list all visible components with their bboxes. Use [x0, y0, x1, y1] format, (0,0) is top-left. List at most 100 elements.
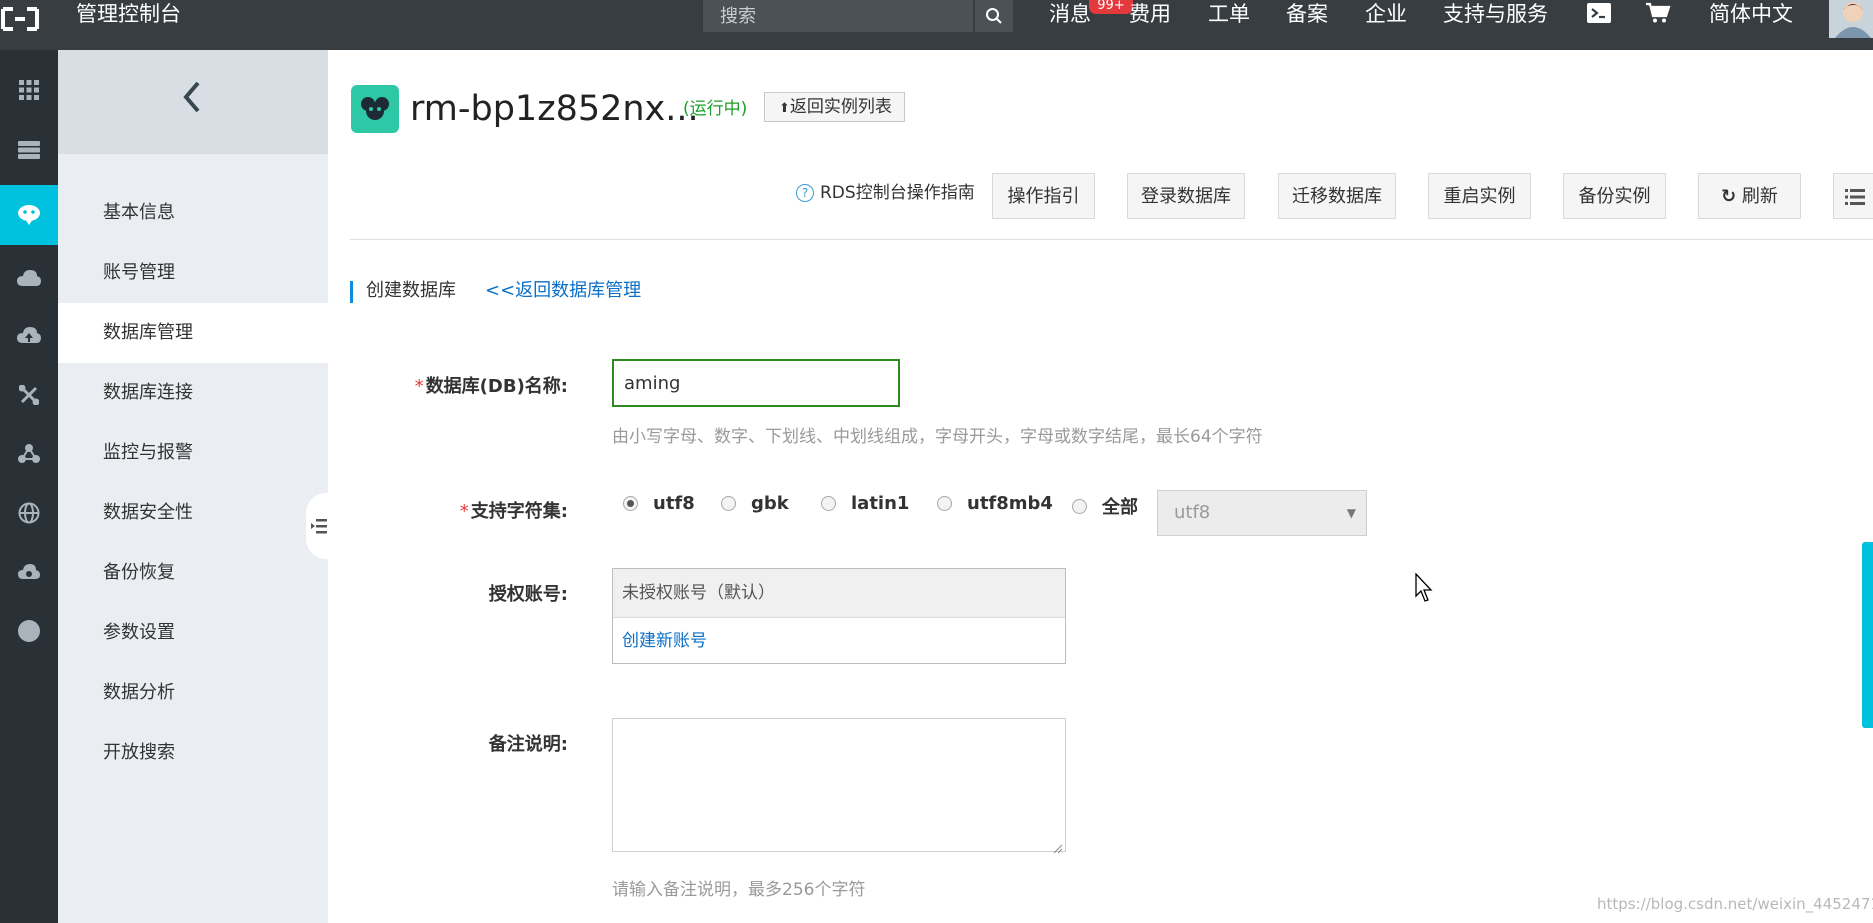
- charset-radio-gbk[interactable]: gbk: [721, 493, 789, 514]
- instance-sidebar: 基本信息 账号管理 数据库管理 数据库连接 监控与报警 数据安全性 备份恢复 参…: [58, 50, 328, 923]
- console-title[interactable]: 管理控制台: [76, 0, 181, 28]
- remark-hint: 请输入备注说明，最多256个字符: [612, 880, 866, 900]
- sidebar-item-backup[interactable]: 备份恢复: [58, 543, 328, 603]
- aliyun-logo-icon[interactable]: [0, 6, 40, 32]
- refresh-icon: ↻: [1721, 186, 1737, 207]
- dropdown-arrow-icon: ▼: [1346, 506, 1356, 520]
- charset-radio-utf8[interactable]: utf8: [623, 493, 695, 514]
- create-account-link[interactable]: 创建新账号: [613, 618, 1065, 664]
- search-input[interactable]: [703, 0, 963, 32]
- db-name-input[interactable]: [612, 359, 900, 407]
- sidebar-item-basic-info[interactable]: 基本信息: [58, 183, 328, 243]
- cloud-icon[interactable]: [0, 248, 58, 308]
- account-list: 未授权账号（默认） 创建新账号: [612, 568, 1066, 664]
- nav-tickets[interactable]: 工单: [1208, 0, 1250, 28]
- remark-label: 备注说明:: [488, 734, 568, 755]
- charset-label: * 支持字符集:: [328, 497, 568, 523]
- nav-support[interactable]: 支持与服务: [1443, 0, 1548, 28]
- chevron-left-icon[interactable]: [182, 80, 202, 118]
- nav-enterprise[interactable]: 企业: [1365, 0, 1407, 28]
- charset-select-value: utf8: [1174, 502, 1211, 523]
- section-title: 创建数据库: [366, 280, 456, 301]
- charset-radio-all[interactable]: 全部: [1072, 493, 1138, 519]
- search-icon: [986, 8, 1002, 24]
- sidebar-item-parameters[interactable]: 参数设置: [58, 603, 328, 663]
- rds-icon[interactable]: [0, 185, 58, 245]
- list-menu-button[interactable]: [1833, 173, 1873, 219]
- account-default-option[interactable]: 未授权账号（默认）: [613, 569, 1065, 618]
- search-button[interactable]: [975, 0, 1013, 32]
- return-instance-list-button[interactable]: ⬆返回实例列表: [764, 92, 905, 122]
- list-icon: [1845, 189, 1865, 205]
- sidebar-item-open-search[interactable]: 开放搜索: [58, 723, 328, 783]
- login-db-button[interactable]: 登录数据库: [1127, 173, 1245, 219]
- rds-instance-icon: [351, 85, 399, 133]
- account-label: 授权账号:: [488, 584, 568, 605]
- migrate-db-button[interactable]: 迁移数据库: [1278, 173, 1396, 219]
- radio-unchecked-icon: [937, 496, 952, 511]
- cart-icon[interactable]: [1645, 2, 1671, 31]
- sidebar-item-analysis[interactable]: 数据分析: [58, 663, 328, 723]
- required-mark: *: [414, 376, 424, 397]
- nav-icp[interactable]: 备案: [1286, 0, 1328, 28]
- mouse-cursor-icon: [1415, 572, 1435, 607]
- charset-option-label: 全部: [1102, 497, 1138, 518]
- backup-instance-button[interactable]: 备份实例: [1563, 173, 1666, 219]
- sidebar-item-connections[interactable]: 数据库连接: [58, 363, 328, 423]
- refresh-button[interactable]: ↻ 刷新: [1698, 173, 1801, 219]
- sidebar-item-databases[interactable]: 数据库管理: [58, 303, 328, 363]
- guide-button[interactable]: 操作指引: [992, 173, 1095, 219]
- instance-name: rm-bp1z852nx...: [410, 89, 699, 129]
- radio-unchecked-icon: [1072, 498, 1087, 514]
- watermark: https://blog.csdn.net/weixin_44524718: [1597, 895, 1873, 913]
- charset-select[interactable]: utf8 ▼: [1157, 490, 1367, 536]
- remark-textarea[interactable]: [612, 718, 1066, 852]
- nav-language[interactable]: 简体中文: [1709, 0, 1793, 28]
- section-marker: [350, 281, 353, 303]
- charset-option-label: latin1: [851, 493, 910, 514]
- charset-radio-utf8mb4[interactable]: utf8mb4: [937, 493, 1053, 514]
- feedback-float-tab[interactable]: [1862, 542, 1873, 728]
- top-bar: 管理控制台 消息 99+ 费用 工单 备案 企业 支持与服务 简体中文: [0, 0, 1873, 50]
- charset-option-label: gbk: [751, 493, 789, 514]
- circle-icon[interactable]: [0, 601, 58, 661]
- sidebar-item-monitoring[interactable]: 监控与报警: [58, 423, 328, 483]
- server-icon[interactable]: [0, 120, 58, 180]
- radio-unchecked-icon: [821, 496, 836, 511]
- apps-grid-icon[interactable]: [0, 60, 58, 120]
- nav-billing[interactable]: 费用: [1129, 0, 1171, 28]
- charset-radio-latin1[interactable]: latin1: [821, 493, 909, 514]
- charset-label-text: 支持字符集:: [470, 501, 568, 522]
- radio-checked-icon: [623, 496, 638, 511]
- messages-badge: 99+: [1089, 0, 1133, 14]
- return-up-icon: ⬆: [779, 101, 790, 116]
- search-box: [703, 0, 973, 32]
- main-content: rm-bp1z852nx... (运行中) ⬆返回实例列表 ? RDS控制台操作指…: [328, 50, 1873, 923]
- restart-instance-button[interactable]: 重启实例: [1428, 173, 1531, 219]
- required-mark: *: [459, 501, 469, 522]
- return-label: 返回实例列表: [789, 97, 892, 117]
- db-name-label-text: 数据库(DB)名称:: [425, 376, 568, 397]
- user-avatar[interactable]: [1829, 0, 1873, 38]
- sidebar-item-security[interactable]: 数据安全性: [58, 483, 328, 543]
- network-icon[interactable]: [0, 424, 58, 484]
- db-name-label: * 数据库(DB)名称:: [328, 372, 568, 398]
- back-to-db-management-link[interactable]: <<返回数据库管理: [485, 278, 641, 304]
- product-rail: [0, 50, 58, 923]
- help-icon: ?: [796, 184, 814, 202]
- charset-option-label: utf8: [653, 493, 695, 514]
- cloud-upload-icon[interactable]: [0, 306, 58, 366]
- header-divider: [350, 239, 1873, 240]
- refresh-label: 刷新: [1741, 186, 1778, 207]
- resize-grip-icon[interactable]: [1053, 839, 1063, 858]
- terminal-icon[interactable]: [1586, 2, 1612, 31]
- nav-messages[interactable]: 消息: [1049, 0, 1091, 28]
- list-collapse-icon: [311, 519, 327, 534]
- sidebar-item-accounts[interactable]: 账号管理: [58, 243, 328, 303]
- guide-label: RDS控制台操作指南: [820, 183, 975, 203]
- rds-guide-link[interactable]: ? RDS控制台操作指南: [796, 180, 975, 206]
- cloud-gear-icon[interactable]: [0, 542, 58, 602]
- charset-option-label: utf8mb4: [967, 493, 1053, 514]
- tools-icon[interactable]: [0, 365, 58, 425]
- globe-icon[interactable]: [0, 483, 58, 543]
